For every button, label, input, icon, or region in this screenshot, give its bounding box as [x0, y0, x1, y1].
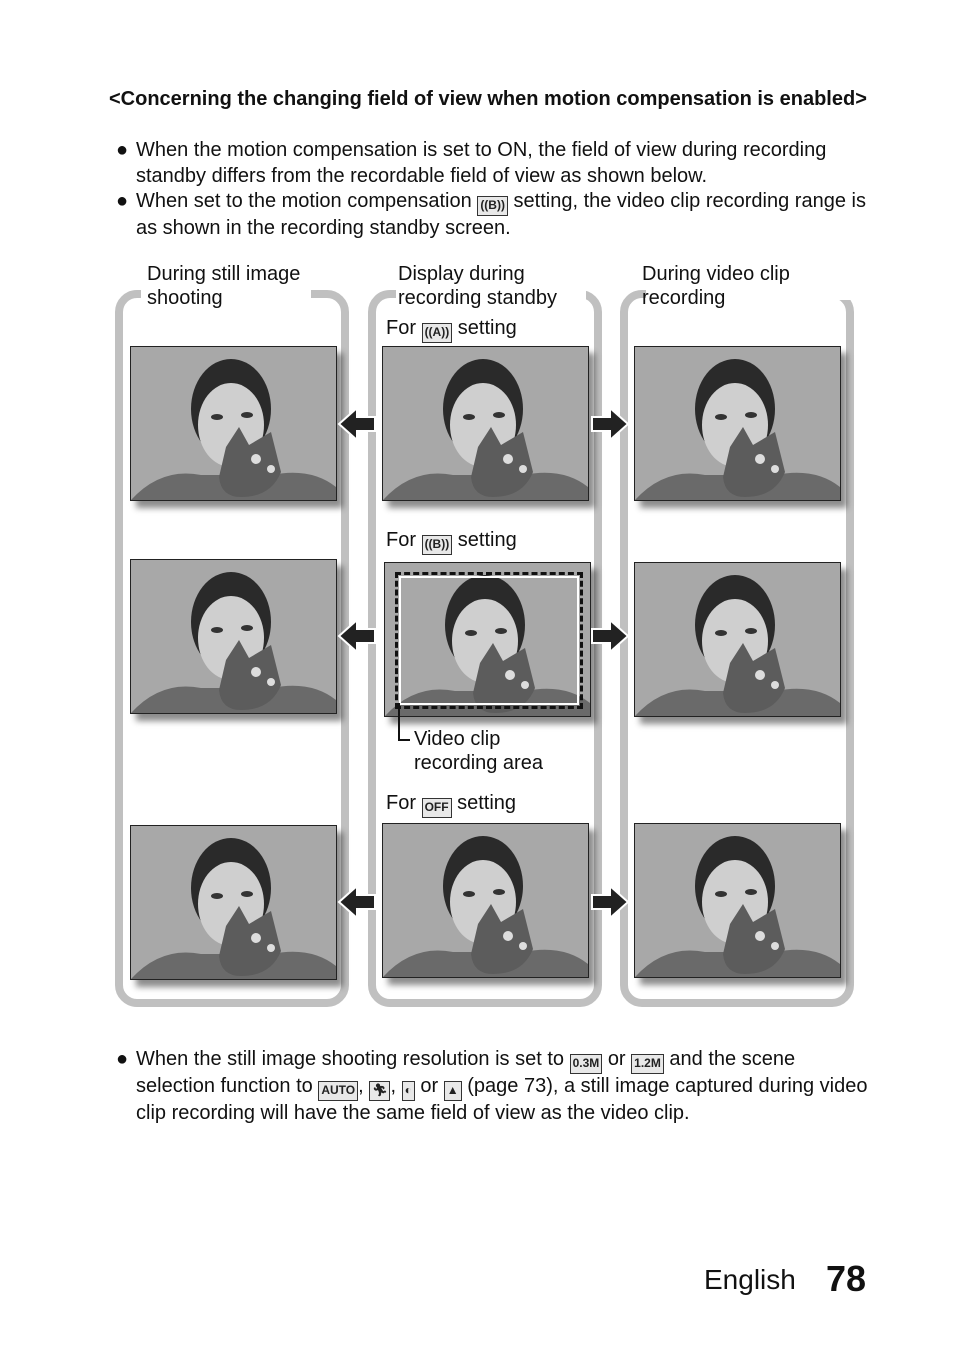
resolution-0-3m-icon: 0.3M: [569, 1054, 603, 1074]
resolution-1-2m-icon: 1.2M: [631, 1054, 664, 1074]
photo-still-row3: [130, 825, 337, 980]
row-label-a: For ((A)) setting: [386, 316, 517, 343]
page-number: 78: [826, 1258, 867, 1299]
motion-compensation-b-icon: ((B)): [421, 535, 453, 555]
callout-leader-line: [398, 703, 410, 741]
right-arrow-row2-icon: [590, 618, 630, 654]
video-clip-recording-area-frame: [395, 572, 583, 709]
callout-video-clip-area: Video clip recording area: [414, 728, 543, 774]
photo-video-row2: [634, 562, 841, 717]
footer-language: English: [704, 1264, 796, 1295]
photo-standby-row1: [382, 346, 589, 501]
column-title-video: During video clip recording: [642, 263, 790, 309]
intro-bullets: ● When the motion compensation is set to…: [109, 138, 879, 242]
bullet-dot: ●: [116, 190, 129, 212]
photo-video-row1: [634, 346, 841, 501]
bullet-dot: ●: [116, 1048, 129, 1070]
section-heading: <Concerning the changing field of view w…: [109, 88, 867, 110]
photo-video-row3: [634, 823, 841, 978]
bullet-text: When set to the motion compensation: [136, 190, 472, 212]
scene-auto-icon: AUTO: [318, 1081, 359, 1101]
scene-landscape-icon: ▲: [443, 1081, 462, 1101]
photo-standby-row3: [382, 823, 589, 978]
bullet-text: When the motion compensation is set to O…: [136, 139, 827, 187]
bullet-item: ● When the motion compensation is set to…: [109, 138, 879, 189]
scene-portrait-icon: ◐: [401, 1081, 415, 1101]
photo-still-row2: [130, 559, 337, 714]
motion-compensation-b-icon: ((B)): [477, 196, 508, 216]
left-arrow-row1-icon: [337, 406, 377, 442]
bullet-item: ● When the still image shooting resoluti…: [116, 1048, 868, 1124]
final-bullets: ● When the still image shooting resoluti…: [109, 1047, 879, 1127]
left-arrow-row2-icon: [337, 618, 377, 654]
bullet-dot: ●: [116, 139, 129, 161]
scene-sports-icon: 🏃︎: [369, 1081, 391, 1101]
column-title-still: During still image shooting: [147, 263, 301, 309]
right-arrow-row1-icon: [590, 406, 630, 442]
left-arrow-row3-icon: [337, 884, 377, 920]
column-title-standby: Display during recording standby: [398, 263, 557, 309]
bullet-item: ● When set to the motion compensation ((…: [109, 189, 879, 242]
motion-compensation-a-icon: ((A)): [421, 323, 453, 343]
right-arrow-row3-icon: [590, 884, 630, 920]
motion-compensation-off-icon: OFF: [421, 798, 452, 818]
row-label-b: For ((B)) setting: [386, 528, 517, 555]
photo-still-row1: [130, 346, 337, 501]
row-label-off: For OFF setting: [386, 791, 516, 818]
